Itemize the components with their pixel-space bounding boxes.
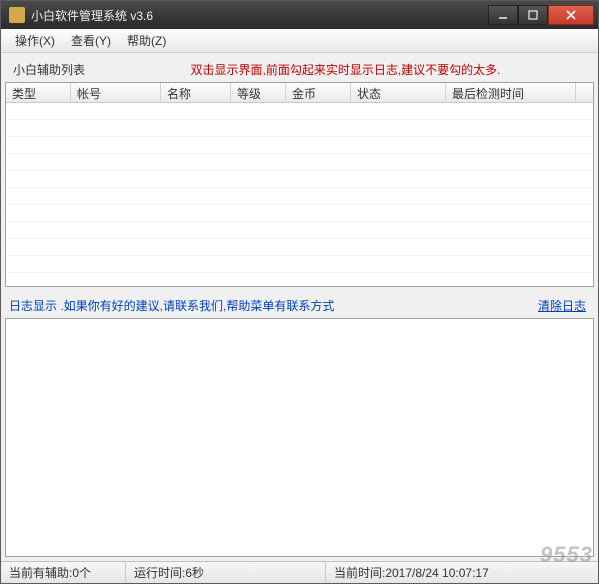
titlebar[interactable]: 小白软件管理系统 v3.6 bbox=[1, 1, 598, 29]
log-header: 日志显示 .如果你有好的建议,请联系我们,帮助菜单有联系方式 清除日志 bbox=[5, 293, 594, 318]
content-area: 小白辅助列表 双击显示界面,前面勾起来实时显示日志,建议不要勾的太多. 类型帐号… bbox=[1, 53, 598, 561]
statusbar: 当前有辅助:0个 运行时间:6秒 当前时间:2017/8/24 10:07:17 bbox=[1, 561, 598, 583]
close-button[interactable] bbox=[548, 5, 594, 25]
list-panel-header: 小白辅助列表 双击显示界面,前面勾起来实时显示日志,建议不要勾的太多. bbox=[5, 57, 594, 82]
assist-table: 类型帐号名称等级金币状态最后检测时间 bbox=[5, 82, 594, 287]
table-col-3[interactable]: 等级 bbox=[231, 83, 286, 102]
table-col-2[interactable]: 名称 bbox=[161, 83, 231, 102]
log-section: 日志显示 .如果你有好的建议,请联系我们,帮助菜单有联系方式 清除日志 bbox=[5, 293, 594, 557]
list-panel-hint: 双击显示界面,前面勾起来实时显示日志,建议不要勾的太多. bbox=[105, 61, 586, 78]
menu-help[interactable]: 帮助(Z) bbox=[119, 29, 174, 52]
app-icon bbox=[9, 7, 25, 23]
table-row[interactable] bbox=[6, 205, 593, 222]
log-label: 日志显示 .如果你有好的建议,请联系我们,帮助菜单有联系方式 bbox=[9, 297, 334, 314]
list-panel-label: 小白辅助列表 bbox=[13, 61, 85, 78]
status-current-time: 当前时间:2017/8/24 10:07:17 bbox=[326, 562, 598, 583]
table-row[interactable] bbox=[6, 154, 593, 171]
table-row[interactable] bbox=[6, 239, 593, 256]
table-row[interactable] bbox=[6, 222, 593, 239]
log-textarea[interactable] bbox=[5, 318, 594, 557]
status-assist-count: 当前有辅助:0个 bbox=[1, 562, 126, 583]
menu-view[interactable]: 查看(Y) bbox=[63, 29, 119, 52]
table-row[interactable] bbox=[6, 256, 593, 273]
table-row[interactable] bbox=[6, 273, 593, 286]
menubar: 操作(X) 查看(Y) 帮助(Z) bbox=[1, 29, 598, 53]
table-row[interactable] bbox=[6, 120, 593, 137]
table-header: 类型帐号名称等级金币状态最后检测时间 bbox=[6, 83, 593, 103]
clear-log-link[interactable]: 清除日志 bbox=[538, 297, 586, 314]
status-runtime: 运行时间:6秒 bbox=[126, 562, 326, 583]
table-body[interactable] bbox=[6, 103, 593, 286]
table-col-4[interactable]: 金币 bbox=[286, 83, 351, 102]
table-col-0[interactable]: 类型 bbox=[6, 83, 71, 102]
table-col-5[interactable]: 状态 bbox=[351, 83, 446, 102]
window-title: 小白软件管理系统 v3.6 bbox=[31, 7, 488, 24]
table-row[interactable] bbox=[6, 188, 593, 205]
maximize-button[interactable] bbox=[518, 5, 548, 25]
app-window: 小白软件管理系统 v3.6 操作(X) 查看(Y) 帮助(Z) 小白辅助列表 双… bbox=[0, 0, 599, 584]
minimize-button[interactable] bbox=[488, 5, 518, 25]
table-row[interactable] bbox=[6, 103, 593, 120]
window-controls bbox=[488, 5, 594, 25]
table-col-1[interactable]: 帐号 bbox=[71, 83, 161, 102]
menu-operate[interactable]: 操作(X) bbox=[7, 29, 63, 52]
table-row[interactable] bbox=[6, 171, 593, 188]
table-row[interactable] bbox=[6, 137, 593, 154]
table-col-6[interactable]: 最后检测时间 bbox=[446, 83, 576, 102]
